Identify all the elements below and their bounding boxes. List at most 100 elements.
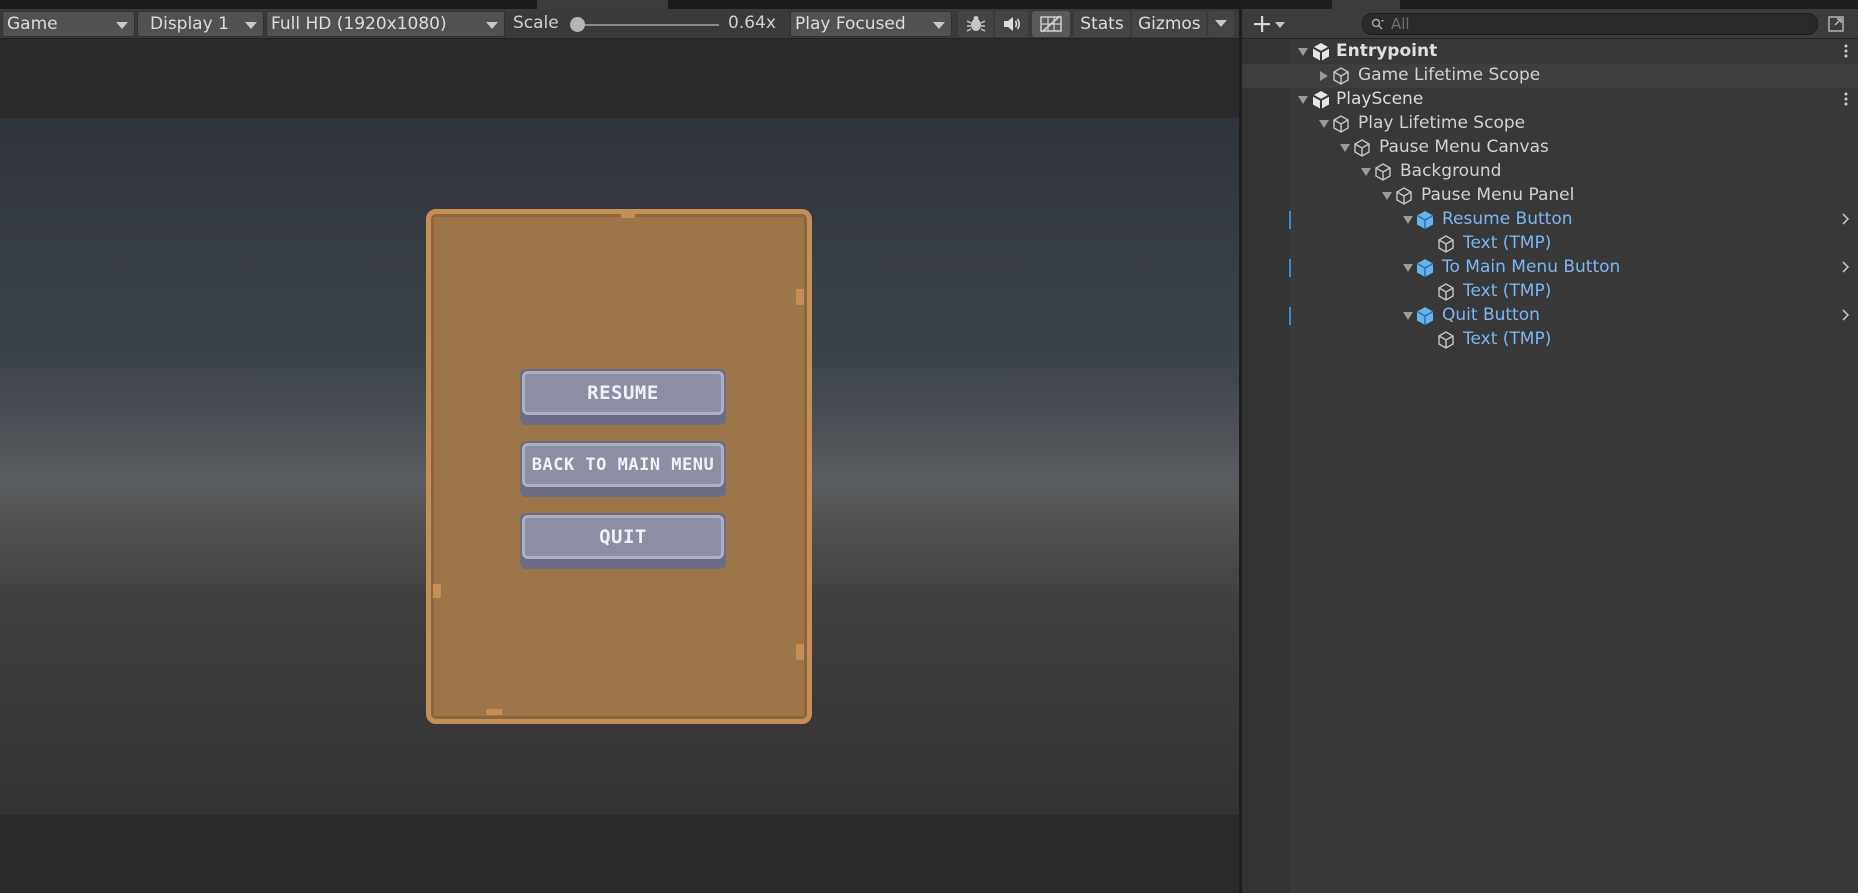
display-dropdown[interactable]: Display 1 xyxy=(137,11,264,37)
hierarchy-item-label: Text (TMP) xyxy=(1463,329,1552,349)
show-gizmos-grid-toggle[interactable] xyxy=(1032,11,1070,37)
hierarchy-tree: Entrypoint Game Lifetime Scope PlayScene… xyxy=(1242,40,1858,352)
hierarchy-tab[interactable] xyxy=(1332,0,1400,9)
hierarchy-panel: Entrypoint Game Lifetime Scope PlayScene… xyxy=(1242,0,1858,893)
hierarchy-item-quit-button[interactable]: Quit Button xyxy=(1242,304,1858,328)
gameobject-icon xyxy=(1333,67,1349,85)
hierarchy-item-playscene[interactable]: PlayScene xyxy=(1242,88,1858,112)
scale-slider-handle[interactable] xyxy=(570,17,585,32)
game-letterbox xyxy=(0,815,1239,893)
hierarchy-item-entrypoint[interactable]: Entrypoint xyxy=(1242,40,1858,64)
panel-wear-mark xyxy=(486,709,502,715)
gizmos-button[interactable]: Gizmos xyxy=(1132,11,1206,37)
display-label: Display 1 xyxy=(150,14,229,34)
quit-button-face: QUIT xyxy=(522,515,724,559)
hierarchy-item-pause-menu-canvas[interactable]: Pause Menu Canvas xyxy=(1242,136,1858,160)
back-to-main-menu-button[interactable]: BACK TO MAIN MENU xyxy=(520,441,726,497)
scale-label: Scale xyxy=(513,13,559,33)
view-mode-dropdown[interactable]: Game xyxy=(2,11,135,37)
external-window-icon xyxy=(1828,16,1844,32)
resume-button-face: RESUME xyxy=(522,371,724,415)
hierarchy-item-label: Resume Button xyxy=(1442,209,1573,229)
panel-wear-mark xyxy=(796,644,804,660)
unity-scene-icon xyxy=(1312,43,1330,61)
panel-wear-mark xyxy=(433,584,441,598)
speaker-icon xyxy=(1003,17,1020,31)
prefab-icon xyxy=(1416,211,1434,229)
plus-icon xyxy=(1254,16,1270,32)
back-to-main-menu-button-label: BACK TO MAIN MENU xyxy=(531,455,715,475)
foldout-expanded-icon xyxy=(1382,192,1392,200)
unity-scene-icon xyxy=(1312,91,1330,109)
scale-value: 0.64x xyxy=(728,13,776,33)
play-mode-label: Play Focused xyxy=(795,14,906,34)
gameobject-icon xyxy=(1438,283,1454,301)
more-options-icon[interactable] xyxy=(1844,43,1848,59)
panel-wear-mark xyxy=(796,289,804,305)
open-in-window-button[interactable] xyxy=(1826,14,1848,34)
add-object-button[interactable] xyxy=(1248,12,1288,36)
back-to-main-menu-button-face: BACK TO MAIN MENU xyxy=(522,443,724,487)
play-mode-dropdown[interactable]: Play Focused xyxy=(790,11,952,37)
hierarchy-item-to-main-menu-button[interactable]: To Main Menu Button xyxy=(1242,256,1858,280)
scale-slider-track[interactable] xyxy=(576,24,719,26)
hierarchy-item-text-tmp[interactable]: Text (TMP) xyxy=(1242,328,1858,352)
chevron-down-icon xyxy=(486,22,498,29)
gizmos-dropdown[interactable] xyxy=(1208,11,1234,37)
foldout-expanded-icon xyxy=(1340,144,1350,152)
more-options-icon[interactable] xyxy=(1844,91,1848,107)
hierarchy-item-label: To Main Menu Button xyxy=(1442,257,1621,277)
hierarchy-search[interactable] xyxy=(1362,13,1818,35)
hierarchy-item-game-lifetime-scope[interactable]: Game Lifetime Scope xyxy=(1242,64,1858,88)
resume-button-label: RESUME xyxy=(587,382,659,404)
resolution-label: Full HD (1920x1080) xyxy=(271,14,447,34)
foldout-collapsed-icon xyxy=(1320,71,1328,81)
hierarchy-item-resume-button[interactable]: Resume Button xyxy=(1242,208,1858,232)
gameobject-icon xyxy=(1354,139,1370,157)
hierarchy-item-label: Play Lifetime Scope xyxy=(1358,113,1526,133)
foldout-expanded-icon xyxy=(1403,312,1413,320)
hierarchy-item-label: Background xyxy=(1400,161,1502,181)
hierarchy-item-text-tmp[interactable]: Text (TMP) xyxy=(1242,232,1858,256)
hierarchy-item-label: Text (TMP) xyxy=(1463,281,1552,301)
foldout-expanded-icon xyxy=(1298,48,1308,56)
hierarchy-item-pause-menu-panel[interactable]: Pause Menu Panel xyxy=(1242,184,1858,208)
chevron-down-icon xyxy=(933,22,945,29)
debug-toggle[interactable] xyxy=(958,11,993,37)
prefab-icon xyxy=(1416,259,1434,277)
game-tab-strip xyxy=(0,0,1239,9)
search-input[interactable] xyxy=(1391,15,1791,33)
resume-button[interactable]: RESUME xyxy=(520,369,726,425)
chevron-right-icon[interactable] xyxy=(1842,261,1850,273)
gameobject-icon xyxy=(1396,187,1412,205)
foldout-expanded-icon xyxy=(1403,264,1413,272)
chevron-right-icon[interactable] xyxy=(1842,309,1850,321)
chevron-down-icon xyxy=(116,22,128,29)
gameobject-icon xyxy=(1438,235,1454,253)
hierarchy-item-label: PlayScene xyxy=(1336,89,1424,109)
hierarchy-tab-strip xyxy=(1242,0,1858,9)
gameobject-icon xyxy=(1375,163,1391,181)
gameobject-icon xyxy=(1333,115,1349,133)
gameobject-icon xyxy=(1438,331,1454,349)
grid-disabled-icon xyxy=(1040,15,1062,33)
prefab-override-bar xyxy=(1289,307,1291,325)
quit-button[interactable]: QUIT xyxy=(520,513,726,569)
hierarchy-item-text-tmp[interactable]: Text (TMP) xyxy=(1242,280,1858,304)
resolution-dropdown[interactable]: Full HD (1920x1080) xyxy=(266,11,505,37)
hierarchy-toolbar xyxy=(1242,9,1858,39)
stats-button[interactable]: Stats xyxy=(1074,11,1130,37)
foldout-expanded-icon xyxy=(1298,96,1308,104)
prefab-icon xyxy=(1416,307,1434,325)
chevron-down-icon xyxy=(245,22,257,29)
stats-label: Stats xyxy=(1080,14,1124,34)
gizmos-label: Gizmos xyxy=(1138,14,1201,34)
chevron-right-icon[interactable] xyxy=(1842,213,1850,225)
mute-audio-toggle[interactable] xyxy=(995,11,1028,37)
game-tab[interactable] xyxy=(537,0,668,9)
hierarchy-item-label: Text (TMP) xyxy=(1463,233,1552,253)
hierarchy-item-background[interactable]: Background xyxy=(1242,160,1858,184)
hierarchy-item-label: Pause Menu Panel xyxy=(1421,185,1575,205)
hierarchy-item-play-lifetime-scope[interactable]: Play Lifetime Scope xyxy=(1242,112,1858,136)
search-icon xyxy=(1371,18,1384,30)
